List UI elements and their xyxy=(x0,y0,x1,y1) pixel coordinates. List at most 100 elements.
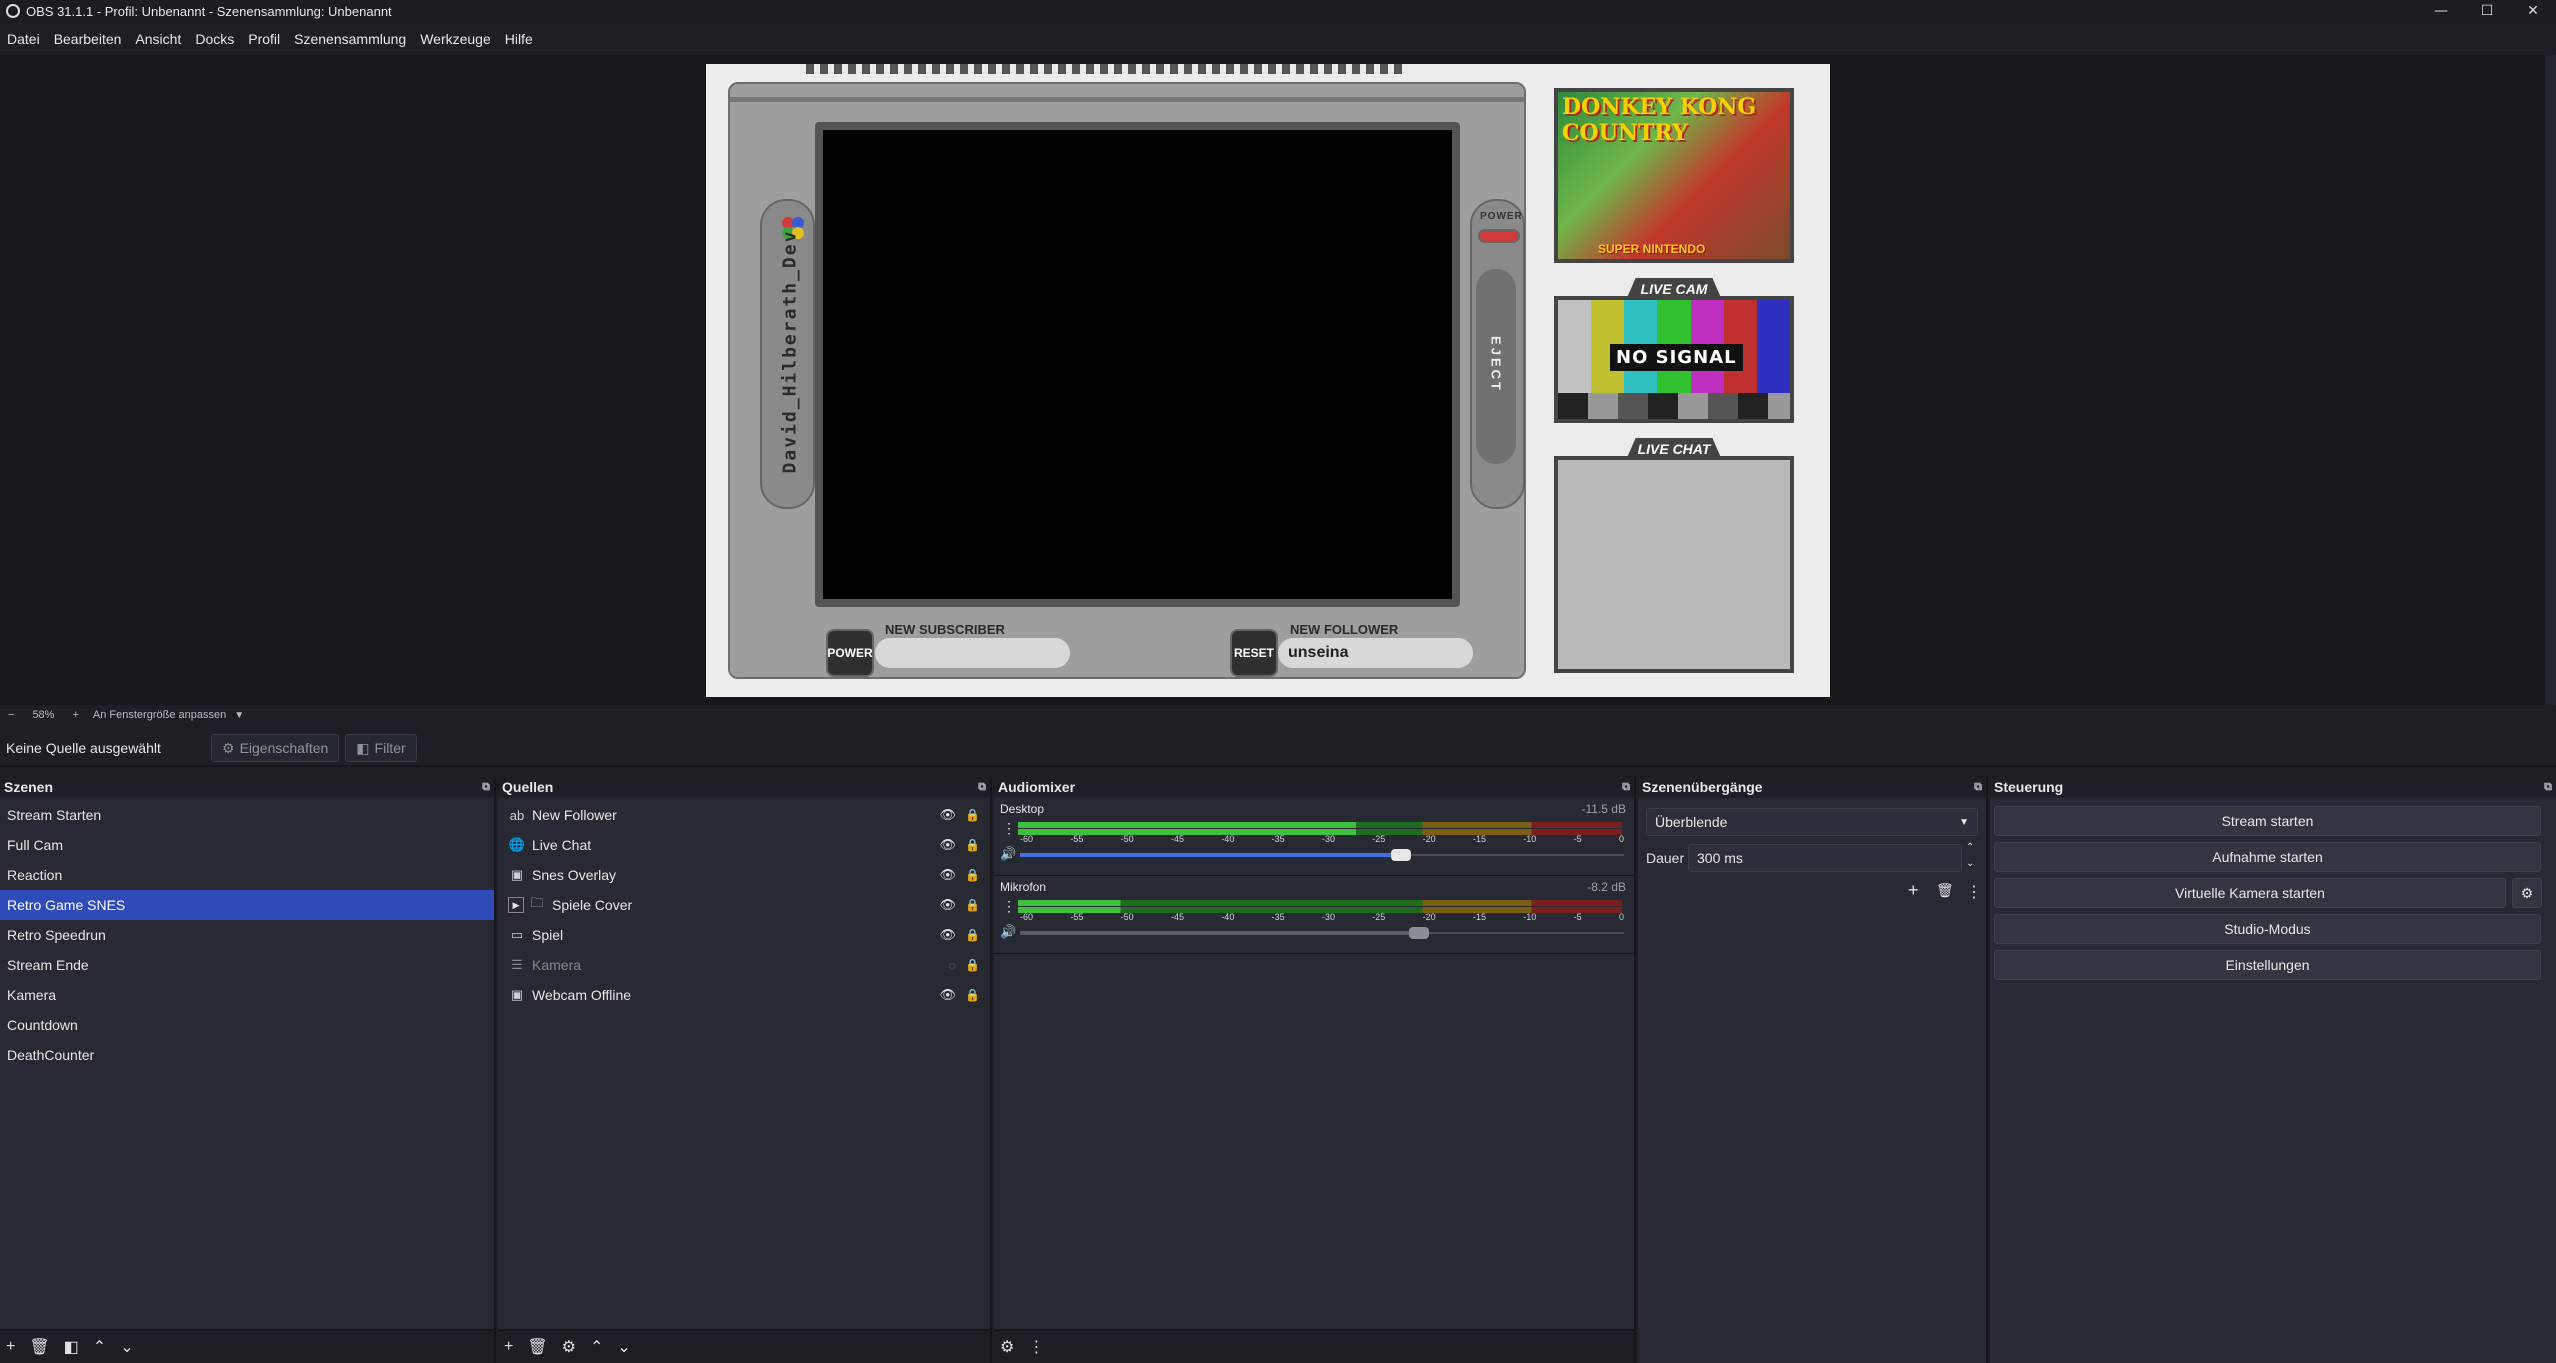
source-item[interactable]: ab New Follower 👁 🔒 xyxy=(498,800,990,830)
zoom-dropdown-icon[interactable]: ▼ xyxy=(234,710,244,721)
scene-item[interactable]: Kamera xyxy=(0,980,494,1010)
test-pattern-bottom xyxy=(1558,392,1790,419)
add-icon[interactable]: + xyxy=(1908,880,1919,901)
scene-item[interactable]: Stream Ende xyxy=(0,950,494,980)
start-stream-button[interactable]: Stream starten xyxy=(1994,806,2541,836)
transition-select[interactable]: Überblende ▼ xyxy=(1646,808,1978,836)
menu-szenensammlung[interactable]: Szenensammlung xyxy=(287,31,413,47)
expand-icon[interactable]: ▶ xyxy=(508,897,524,913)
zoom-out-button[interactable]: − xyxy=(8,709,14,721)
studio-mode-button[interactable]: Studio-Modus xyxy=(1994,914,2541,944)
source-item[interactable]: ☰ Kamera ◌ 🔒 xyxy=(498,950,990,980)
scene-item[interactable]: Countdown xyxy=(0,1010,494,1040)
eye-icon[interactable]: 👁 xyxy=(939,867,956,883)
kebab-menu-icon[interactable]: ⋮ xyxy=(1002,898,1016,915)
zoom-value: 58% xyxy=(32,709,55,721)
lock-icon[interactable]: 🔒 xyxy=(965,808,980,822)
move-down-icon[interactable]: ⌄ xyxy=(120,1337,133,1357)
add-icon[interactable]: + xyxy=(6,1338,15,1356)
zoom-in-button[interactable]: + xyxy=(72,709,78,721)
undock-icon[interactable]: ⧉ xyxy=(1974,781,1982,794)
filter-button[interactable]: ◧ Filter xyxy=(345,734,417,762)
eye-icon[interactable]: 👁 xyxy=(939,807,956,823)
speaker-icon[interactable]: 🔊 xyxy=(1000,846,1016,862)
undock-icon[interactable]: ⧉ xyxy=(978,781,986,794)
source-item[interactable]: ▣ Webcam Offline 👁 🔒 xyxy=(498,980,990,1010)
virtualcam-settings-button[interactable]: ⚙ xyxy=(2512,878,2542,908)
source-item[interactable]: 🌐 Live Chat 👁 🔒 xyxy=(498,830,990,860)
scene-item[interactable]: Full Cam xyxy=(0,830,494,860)
lock-icon[interactable]: 🔒 xyxy=(965,838,980,852)
trash-icon[interactable]: 🗑 xyxy=(29,1337,49,1357)
move-up-icon[interactable]: ⌃ xyxy=(93,1337,106,1357)
filter-icon[interactable]: ◧ xyxy=(64,1337,79,1357)
undock-icon[interactable]: ⧉ xyxy=(482,781,490,794)
scene-item[interactable]: Retro Speedrun xyxy=(0,920,494,950)
volume-fader[interactable] xyxy=(1020,849,1624,861)
preview-scrollbar[interactable] xyxy=(2545,55,2556,705)
channel-db: -11.5 dB xyxy=(1581,802,1626,816)
zoom-fit-button[interactable]: An Fenstergröße anpassen xyxy=(93,709,226,721)
source-name: Spiele Cover xyxy=(552,897,633,913)
fader-knob[interactable] xyxy=(1390,849,1411,861)
scene-item[interactable]: Stream Starten xyxy=(0,800,494,830)
move-up-icon[interactable]: ⌃ xyxy=(590,1337,603,1357)
menu-werkzeuge[interactable]: Werkzeuge xyxy=(413,31,498,47)
source-item[interactable]: ▭ Spiel 👁 🔒 xyxy=(498,920,990,950)
duration-input[interactable]: 300 ms xyxy=(1688,844,1962,872)
minimize-button[interactable]: — xyxy=(2418,0,2464,22)
eye-icon[interactable]: 👁 xyxy=(939,897,956,913)
undock-icon[interactable]: ⧉ xyxy=(2544,781,2552,794)
lock-icon[interactable]: 🔒 xyxy=(965,958,980,972)
trash-icon[interactable]: 🗑 xyxy=(527,1337,547,1357)
snes-overlay: David_Hilberath_Dev POWER EJECT POWER NE… xyxy=(728,82,1526,679)
filter-label: Filter xyxy=(374,740,406,756)
scene-item[interactable]: DeathCounter xyxy=(0,1040,494,1070)
sources-title: Quellen xyxy=(502,779,554,795)
kebab-menu-icon[interactable]: ⋮ xyxy=(1002,820,1016,837)
menu-profil[interactable]: Profil xyxy=(241,31,287,47)
properties-button[interactable]: ⚙ Eigenschaften xyxy=(211,734,340,762)
gear-icon[interactable]: ⚙ xyxy=(562,1337,576,1357)
menu-datei[interactable]: Datei xyxy=(0,31,47,47)
slot-bar xyxy=(730,97,1524,102)
close-button[interactable]: ✕ xyxy=(2510,0,2556,22)
scene-canvas[interactable]: David_Hilberath_Dev POWER EJECT POWER NE… xyxy=(706,64,1830,697)
eye-icon[interactable]: 👁 xyxy=(939,837,956,853)
trash-icon[interactable]: 🗑 xyxy=(1936,882,1954,899)
lock-icon[interactable]: 🔒 xyxy=(965,898,980,912)
kebab-menu-icon[interactable]: ⋮ xyxy=(1966,882,1982,902)
eye-hidden-icon[interactable]: ◌ xyxy=(948,958,956,973)
channel-db: -8.2 dB xyxy=(1587,880,1626,894)
menu-ansicht[interactable]: Ansicht xyxy=(128,31,188,47)
lock-icon[interactable]: 🔒 xyxy=(965,988,980,1002)
menu-docks[interactable]: Docks xyxy=(188,31,241,47)
no-source-label: Keine Quelle ausgewählt xyxy=(6,740,161,756)
eye-icon[interactable]: 👁 xyxy=(939,927,956,943)
maximize-button[interactable]: ☐ xyxy=(2464,0,2510,22)
scene-item-active[interactable]: Retro Game SNES xyxy=(0,890,494,920)
move-down-icon[interactable]: ⌄ xyxy=(617,1337,630,1357)
scene-item[interactable]: Reaction xyxy=(0,860,494,890)
add-icon[interactable]: + xyxy=(504,1338,513,1356)
kebab-menu-icon[interactable]: ⋮ xyxy=(1028,1337,1044,1357)
menu-hilfe[interactable]: Hilfe xyxy=(498,31,540,47)
settings-button[interactable]: Einstellungen xyxy=(1994,950,2541,980)
eye-icon[interactable]: 👁 xyxy=(939,987,956,1003)
spin-down-icon[interactable]: ⌄ xyxy=(1966,858,1974,869)
speaker-icon[interactable]: 🔊 xyxy=(1000,924,1016,940)
start-virtualcam-button[interactable]: Virtuelle Kamera starten xyxy=(1994,878,2506,908)
menu-bearbeiten[interactable]: Bearbeiten xyxy=(47,31,129,47)
spin-up-icon[interactable]: ⌃ xyxy=(1966,842,1974,853)
fader-knob[interactable] xyxy=(1408,927,1429,939)
lock-icon[interactable]: 🔒 xyxy=(965,868,980,882)
lock-icon[interactable]: 🔒 xyxy=(965,928,980,942)
volume-fader[interactable] xyxy=(1020,927,1624,939)
no-signal-label: NO SIGNAL xyxy=(1610,344,1743,371)
source-item[interactable]: ▣ Snes Overlay 👁 🔒 xyxy=(498,860,990,890)
undock-icon[interactable]: ⧉ xyxy=(1622,781,1630,794)
sources-footer: + 🗑 ⚙ ⌃ ⌄ xyxy=(498,1329,990,1363)
source-item[interactable]: ▶ 🗀 Spiele Cover 👁 🔒 xyxy=(498,890,990,920)
advanced-audio-icon[interactable]: ⚙ xyxy=(1000,1337,1014,1357)
start-recording-button[interactable]: Aufnahme starten xyxy=(1994,842,2541,872)
